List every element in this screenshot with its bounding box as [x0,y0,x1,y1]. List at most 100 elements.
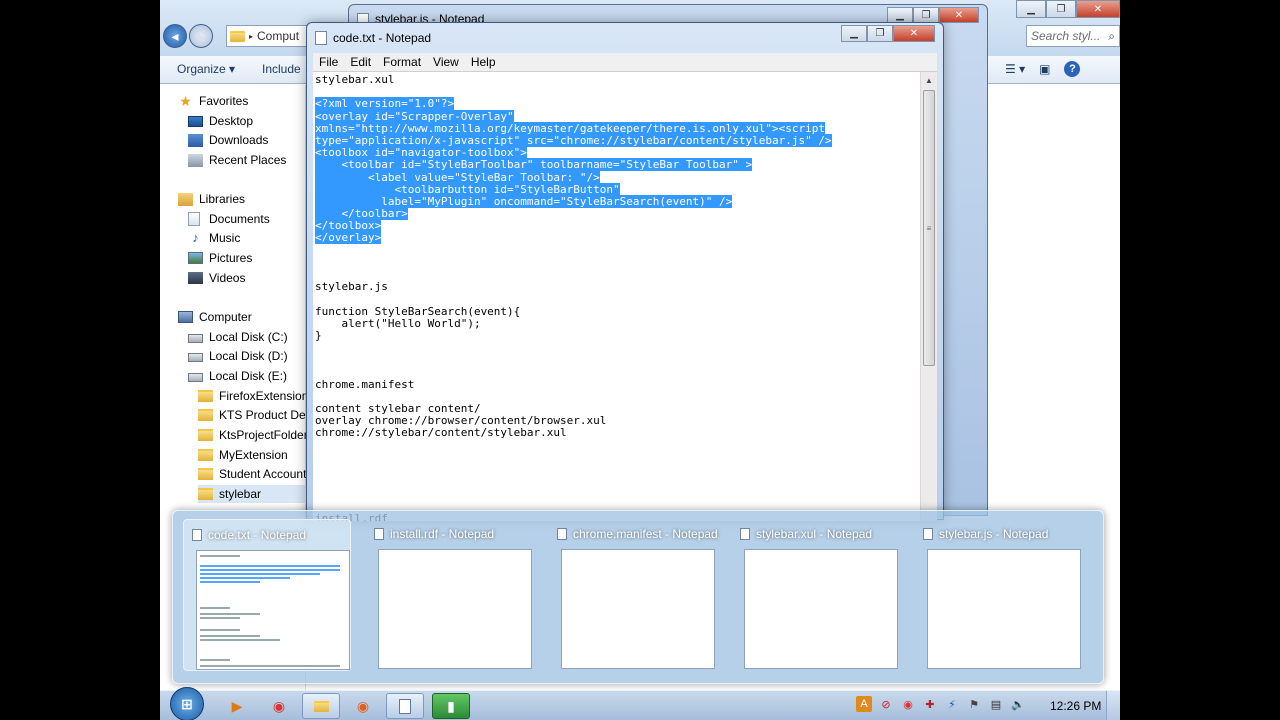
maximize-button[interactable]: ❐ [1046,0,1076,18]
organize-button[interactable]: Organize ▾ [177,62,235,76]
editor-line: chrome://stylebar/content/stylebar.xul [315,427,920,439]
tray-update-icon[interactable]: ⚡ [944,696,960,712]
editor-line: </toolbar> [315,207,920,221]
thumbnail-stylebar-js[interactable]: stylebar.js - Notepad [915,519,1083,671]
menu-edit[interactable]: Edit [344,53,377,71]
address-arrow-icon: ▸ [249,31,254,41]
green-app-icon[interactable]: ▮ [432,693,470,719]
editor-line-text: overlay chrome://browser/content/browser… [315,414,607,428]
nav-label: Student Accounts [219,467,313,481]
folder-icon [198,468,213,480]
address-bar[interactable]: ▸ Comput [226,25,308,47]
notepad-icon [192,529,202,541]
scroll-thumb[interactable]: ≡ [923,90,935,366]
menu-help[interactable]: Help [465,53,502,71]
notepad-icon [374,528,384,540]
editor-line-text: function StyleBarSearch(event){ [315,304,521,318]
back-button[interactable]: ◂ [163,24,187,48]
chrome-icon[interactable]: ◉ [260,693,298,719]
maximize-button[interactable]: ❐ [913,7,939,23]
editor-line-text: type="application/x-javascript" src="chr… [315,133,832,147]
tray-network-icon[interactable]: ▤ [988,696,1004,712]
tray-block-icon[interactable]: ⊘ [878,696,894,712]
editor-line-text: <toolbar id="StyleBarToolbar" toolbarnam… [315,158,753,172]
disk-icon [188,373,203,382]
editor-line-text: content stylebar content/ [315,402,481,416]
maximize-button[interactable]: ❐ [867,25,893,42]
explorer-window-controls: ▁ ❐ ✕ [1016,0,1120,18]
thumbnail-title: install.rdf - Notepad [390,527,495,541]
editor-line: stylebar.js [315,281,920,293]
tray-chrome-icon[interactable]: ◉ [900,696,916,712]
nav-label: Local Disk (D:) [209,349,288,363]
close-button[interactable]: ✕ [1076,0,1120,18]
nav-libraries[interactable]: Libraries [178,190,324,208]
nav-label: FirefoxExtension [219,389,309,403]
thumbnail-title: code.txt - Notepad [208,528,307,542]
nav-favorites[interactable]: ★ Favorites [178,92,324,110]
media-player-icon[interactable]: ▶ [218,693,256,719]
notepad-icon[interactable] [386,693,424,719]
start-button[interactable]: ⊞ [170,687,204,720]
scroll-up-icon[interactable]: ▲ [921,72,937,88]
close-button[interactable]: ✕ [939,7,979,23]
editor-line: stylebar.xul [315,73,920,86]
editor-line: } [315,329,920,342]
include-button[interactable]: Include [262,62,301,76]
editor-line-text: </toolbar> [315,207,408,221]
menu-view[interactable]: View [427,53,465,71]
menu-format[interactable]: Format [377,53,427,71]
thumbnail-chrome-manifest[interactable]: chrome.manifest - Notepad [549,519,718,671]
minimize-button[interactable]: ▁ [887,7,913,23]
nav-label: Videos [209,271,246,285]
search-input[interactable]: Search styl... ⌕ [1026,25,1120,47]
text-editor-area[interactable]: stylebar.xul <?xml version="1.0"?> <overla… [313,72,920,521]
libraries-icon [178,192,193,206]
vertical-scrollbar[interactable]: ▲ ≡ [920,72,937,521]
explorer-icon[interactable] [302,693,340,719]
editor-line-text: </overlay> [315,231,382,245]
disk-icon [188,334,203,343]
editor-line-text: <overlay id="Scrapper-Overlay" [315,109,514,123]
close-button[interactable]: ✕ [893,25,935,42]
nav-computer[interactable]: Computer [178,308,324,326]
system-tray: A ⊘ ◉ ✚ ⚡ ⚑ ▤ 🔈 [856,696,1026,712]
firefox-icon[interactable]: ◉ [344,693,382,719]
nav-label: stylebar [219,487,262,501]
thumbnail-preview [196,550,350,670]
view-options-icon[interactable]: ☰ ▾ [1005,62,1025,76]
tray-app-icon[interactable]: A [856,696,872,712]
thumbnail-stylebar-xul[interactable]: stylebar.xul - Notepad [732,519,900,671]
nav-label: MyExtension [219,448,288,462]
tray-security-icon[interactable]: ✚ [922,696,938,712]
editor-line: alert("Hello World"); [315,316,920,330]
disk-icon [188,353,203,362]
thumbnail-code-txt[interactable]: code.txt - Notepad [183,519,351,671]
notepad-icon [923,528,933,540]
taskbar-thumbnail-preview: code.txt - Notepad install.rdf - Notepad [172,510,1104,684]
minimize-button[interactable]: ▁ [841,25,867,42]
editor-line-text: chrome://stylebar/content/stylebar.xul [315,426,567,440]
music-icon: ♪ [192,230,199,245]
forward-button[interactable]: ▸ [189,24,213,48]
nav-label: Favorites [199,94,249,108]
menu-file[interactable]: File [313,53,344,71]
editor-line-text: xmlns="http://www.mozilla.org/keymaster/… [315,121,825,135]
minimize-button[interactable]: ▁ [1016,0,1046,18]
folder-icon [198,390,213,402]
thumbnail-title: stylebar.js - Notepad [939,527,1049,541]
preview-pane-icon[interactable]: ▣ [1039,62,1050,76]
help-icon[interactable]: ? [1064,61,1081,77]
downloads-icon [188,133,203,147]
nav-label: KTS Product Dem [219,408,316,422]
tray-volume-icon[interactable]: 🔈 [1010,696,1026,712]
clock[interactable]: 12:26 PM [1050,699,1101,713]
thumbnail-install-rdf[interactable]: install.rdf - Notepad [366,519,534,671]
show-desktop-button[interactable] [1106,691,1120,720]
folder-icon [198,429,213,441]
nav-label: Downloads [209,133,269,147]
tray-flag-icon[interactable]: ⚑ [966,696,982,712]
editor-line-text: alert("Hello World"); [315,316,481,330]
